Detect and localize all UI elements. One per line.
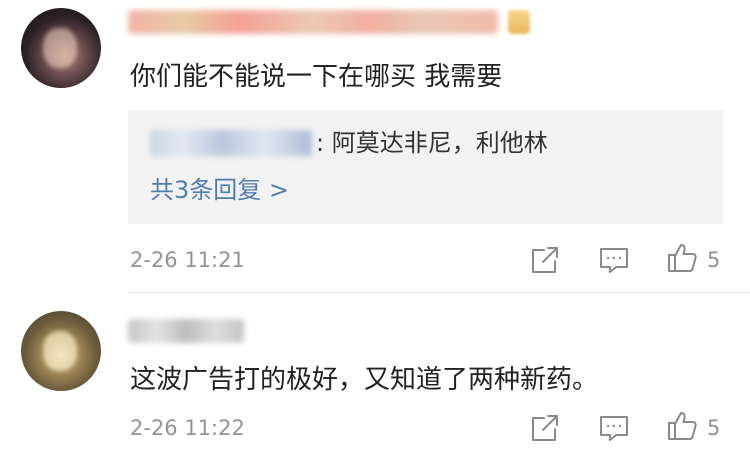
reply-text: : 阿莫达非尼，利他林 <box>316 129 548 157</box>
view-replies-link[interactable]: 共3条回复 > <box>150 174 289 206</box>
avatar[interactable] <box>21 8 101 88</box>
comment-item: 这波广告打的极好，又知道了两种新药。 2-26 11:22 5 <box>0 293 750 455</box>
username-blurred[interactable] <box>128 319 244 343</box>
comment-text: 这波广告打的极好，又知道了两种新药。 <box>130 365 599 395</box>
comment-text: 你们能不能说一下在哪买 我需要 <box>130 62 503 92</box>
user-badge-icon <box>508 10 530 34</box>
comment-timestamp: 2-26 11:22 <box>130 416 245 440</box>
like-count: 5 <box>707 248 721 272</box>
like-count: 5 <box>707 416 721 440</box>
avatar[interactable] <box>21 311 101 391</box>
thumbs-up-icon[interactable] <box>665 241 699 275</box>
share-icon[interactable] <box>528 243 562 277</box>
thumbs-up-icon[interactable] <box>665 409 699 443</box>
comment-timestamp: 2-26 11:21 <box>130 248 245 272</box>
comment-icon[interactable] <box>597 411 631 445</box>
reply-preview[interactable]: : 阿莫达非尼，利他林 共3条回复 > <box>128 110 723 224</box>
comment-item: 你们能不能说一下在哪买 我需要 : 阿莫达非尼，利他林 共3条回复 > 2-26… <box>0 0 750 292</box>
username-blurred[interactable] <box>128 10 498 34</box>
share-icon[interactable] <box>528 411 562 445</box>
comment-icon[interactable] <box>597 243 631 277</box>
reply-username-blurred[interactable] <box>150 130 312 156</box>
